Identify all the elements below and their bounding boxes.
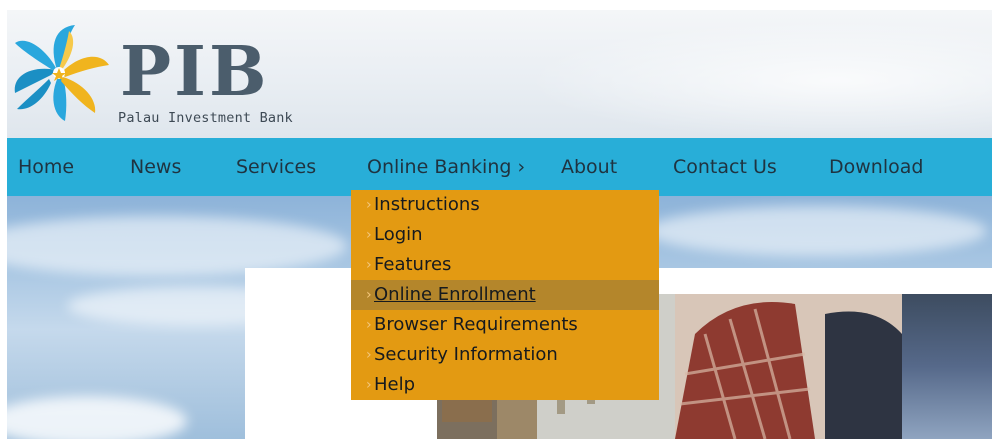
cloud-decoration: [647, 206, 987, 256]
dropdown-item-browser-requirements[interactable]: › Browser Requirements: [351, 310, 659, 340]
chevron-right-icon: ›: [366, 287, 372, 303]
logo-subtitle: Palau Investment Bank: [118, 110, 293, 126]
chevron-right-icon: ›: [366, 377, 372, 393]
cloud-decoration: [7, 396, 187, 439]
online-banking-dropdown: › Instructions › Login › Features › Onli…: [351, 190, 659, 400]
nav-item-home[interactable]: Home: [18, 138, 74, 196]
main-nav: Home News Services Online Banking › Abou…: [7, 138, 992, 196]
chevron-right-icon: ›: [366, 257, 372, 273]
cloud-decoration: [7, 216, 347, 276]
dropdown-item-help[interactable]: › Help: [351, 370, 659, 400]
nav-item-download[interactable]: Download: [829, 138, 923, 196]
chevron-right-icon: ›: [366, 347, 372, 363]
page-frame: PIB Palau Investment Bank Home News Serv…: [7, 10, 992, 439]
chevron-right-icon: ›: [366, 317, 372, 333]
dropdown-item-login[interactable]: › Login: [351, 220, 659, 250]
flower-logo-icon: [14, 25, 109, 121]
person-plaid-shirt-image: [675, 294, 902, 439]
person-image: [902, 294, 992, 439]
nav-item-online-banking[interactable]: Online Banking ›: [367, 138, 525, 196]
nav-item-contact-us[interactable]: Contact Us: [673, 138, 777, 196]
dropdown-item-online-enrollment[interactable]: › Online Enrollment: [351, 280, 659, 310]
chevron-right-icon: ›: [366, 227, 372, 243]
chevron-right-icon: ›: [366, 197, 372, 213]
dropdown-item-features[interactable]: › Features: [351, 250, 659, 280]
site-header: PIB Palau Investment Bank: [7, 10, 992, 138]
nav-item-services[interactable]: Services: [236, 138, 316, 196]
site-logo[interactable]: PIB Palau Investment Bank: [7, 18, 327, 128]
nav-item-about[interactable]: About: [561, 138, 617, 196]
dropdown-item-instructions[interactable]: › Instructions: [351, 190, 659, 220]
nav-item-news[interactable]: News: [130, 138, 181, 196]
dropdown-item-security-information[interactable]: › Security Information: [351, 340, 659, 370]
logo-wordmark: PIB: [120, 32, 270, 112]
